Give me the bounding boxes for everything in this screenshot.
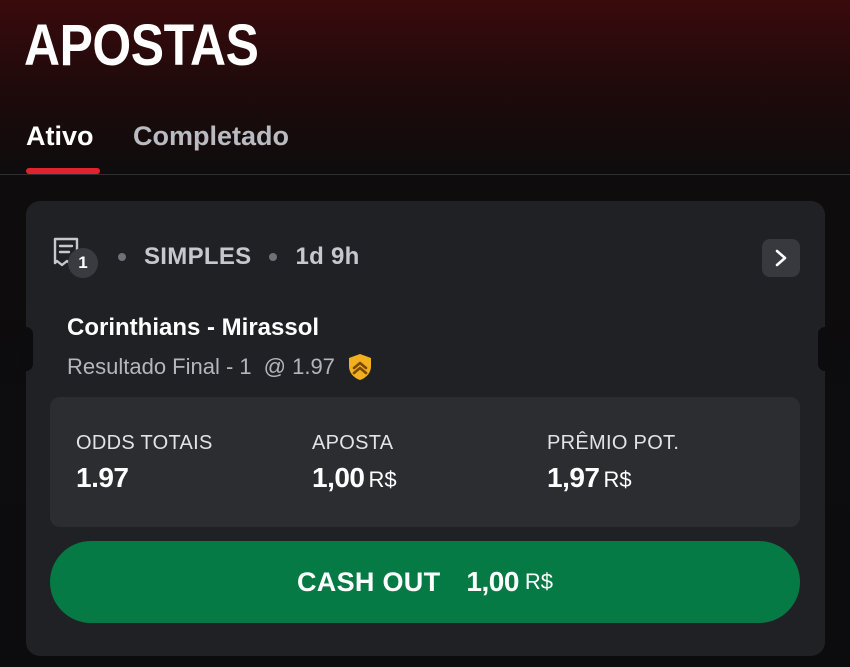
total-odds-label: ODDS TOTAIS xyxy=(76,432,213,454)
ticket-notch-left xyxy=(19,327,33,371)
potential-prize-label: PRÊMIO POT. xyxy=(547,432,680,454)
separator-dot xyxy=(269,253,278,261)
selection-market: Resultado Final - 1 xyxy=(67,354,252,379)
stake-value: 1,00 xyxy=(312,462,365,493)
total-odds: ODDS TOTAIS 1.97 xyxy=(76,431,213,495)
tab-ativo[interactable]: Ativo xyxy=(26,118,94,154)
selection-odds: @ 1.97 xyxy=(263,354,335,379)
stake-label: APOSTA xyxy=(312,432,394,454)
cash-out-label: CASH OUT xyxy=(296,566,441,597)
bet-meta-row: 1 SIMPLES 1d 9h xyxy=(52,235,360,279)
page-title: APOSTAS xyxy=(24,13,259,78)
potential-prize-value-row: 1,97 R$ xyxy=(547,461,679,497)
stake-value-row: 1,00 R$ xyxy=(312,461,397,497)
chevron-right-icon xyxy=(775,249,787,267)
potential-prize-currency: R$ xyxy=(603,467,632,492)
selection-row: Resultado Final - 1 @ 1.97 xyxy=(67,352,375,382)
cash-out-currency: R$ xyxy=(524,569,554,594)
potential-prize-value: 1,97 xyxy=(547,462,600,493)
ticket-count-badge: 1 xyxy=(68,248,98,278)
active-tab-indicator xyxy=(26,168,100,174)
bet-card[interactable]: 1 SIMPLES 1d 9h Corinthians - Mirassol R… xyxy=(19,201,832,656)
chevron-up-shield-icon xyxy=(348,354,371,380)
potential-prize: PRÊMIO POT. 1,97 R$ xyxy=(547,431,679,497)
total-odds-value: 1.97 xyxy=(76,462,129,493)
open-bet-details-button[interactable] xyxy=(762,239,800,277)
time-left: 1d 9h xyxy=(295,243,360,270)
bet-summary-panel: ODDS TOTAIS 1.97 APOSTA 1,00 R$ PRÊMIO PO… xyxy=(50,397,800,527)
bets-screen: APOSTAS Ativo Completado 1 SIMPLES 1d 9h xyxy=(0,0,850,667)
cash-out-amount: 1,00 xyxy=(466,566,519,597)
bet-slip-icon: 1 xyxy=(52,237,98,278)
bet-tabs: Ativo Completado xyxy=(0,112,850,175)
stake: APOSTA 1,00 R$ xyxy=(312,431,397,497)
ticket-notch-right xyxy=(818,327,832,371)
match-name: Corinthians - Mirassol xyxy=(67,314,320,341)
cash-out-button[interactable]: CASH OUT 1,00 R$ xyxy=(50,541,800,623)
separator-dot xyxy=(118,253,126,261)
tab-completado[interactable]: Completado xyxy=(133,118,289,154)
bet-type: SIMPLES xyxy=(144,243,252,270)
stake-currency: R$ xyxy=(368,467,397,492)
